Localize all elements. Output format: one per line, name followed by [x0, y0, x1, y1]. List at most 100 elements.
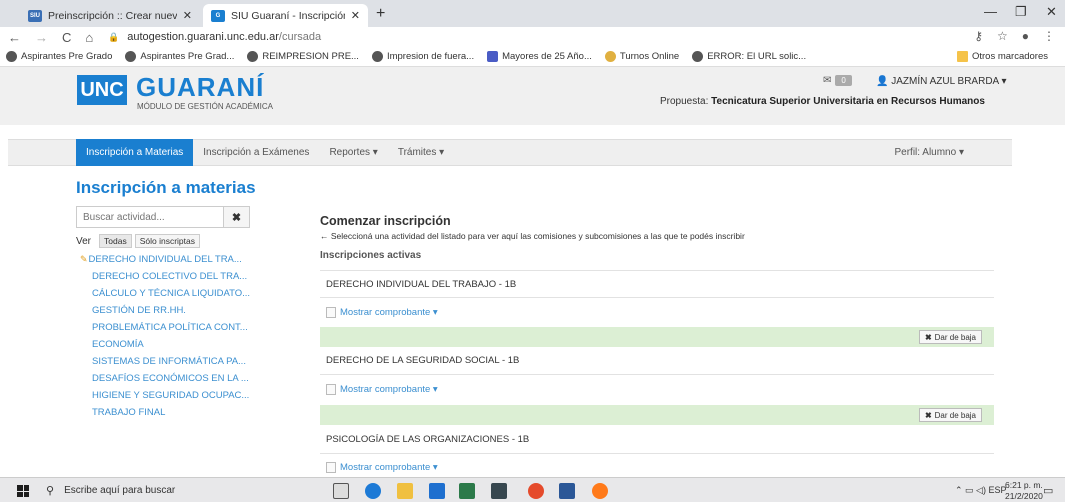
lock-icon: 🔒 — [108, 31, 120, 42]
enrollment-course: PSICOLOGÍA DE LAS ORGANIZACIONES - 1B — [326, 434, 530, 445]
store-icon[interactable] — [429, 483, 445, 499]
perfil-menu[interactable]: Perfil: Alumno ▾ — [894, 147, 964, 158]
close-tab-icon[interactable]: ✕ — [183, 9, 192, 22]
enrollment-actions: ✖ Dar de baja — [320, 327, 994, 347]
new-tab-icon[interactable]: + — [376, 5, 385, 23]
browser-tab-guarani[interactable]: G SIU Guaraní - Inscripción a mater ✕ — [203, 4, 368, 27]
user-menu[interactable]: 👤 JAZMÍN AZUL BRARDA ▾ — [876, 76, 1006, 87]
browser-tab-preinscripcion[interactable]: SIU Preinscripción :: Crear nuevo usu ✕ — [20, 4, 200, 27]
active-enrollments-label: Inscripciones activas — [320, 250, 422, 261]
x-icon: ✖ — [924, 410, 932, 420]
bookmark-item[interactable]: Impresion de fuera... — [371, 51, 474, 62]
clock[interactable]: 6:21 p. m. 21/2/2020 — [1005, 480, 1043, 502]
filter-row: Ver Todas Sólo inscriptas — [76, 234, 200, 248]
page-title: Inscripción a materias — [76, 178, 256, 197]
excel-icon[interactable] — [459, 483, 475, 499]
file-explorer-icon[interactable] — [397, 483, 413, 499]
main-nav: Inscripción a Materias Inscripción a Exá… — [8, 139, 1012, 166]
arrow-left-icon: ← — [320, 231, 329, 241]
activity-item[interactable]: CÁLCULO Y TÉCNICA LIQUIDATO... — [80, 288, 250, 305]
bookmarks-bar: Aspirantes Pre Grado Aspirantes Pre Grad… — [0, 47, 1065, 67]
close-tab-icon[interactable]: ✕ — [351, 9, 360, 22]
activity-search: ✖ — [76, 206, 250, 228]
clear-search-button[interactable]: ✖ — [223, 207, 249, 227]
nav-inscripcion-materias[interactable]: Inscripción a Materias — [76, 139, 194, 166]
reload-icon[interactable]: C — [62, 30, 71, 45]
activity-list: ✎DERECHO INDIVIDUAL DEL TRA... DERECHO C… — [80, 254, 250, 424]
turnos-icon — [604, 51, 616, 62]
close-window-icon[interactable]: ✕ — [1046, 4, 1057, 20]
section-hint: ← Seleccioná una actividad del listado p… — [320, 231, 745, 241]
account-icon[interactable]: ● — [1022, 29, 1029, 43]
home-icon[interactable]: ⌂ — [85, 30, 93, 45]
bookmark-item[interactable]: Aspirantes Pre Grado — [6, 51, 112, 62]
activity-item[interactable]: DERECHO COLECTIVO DEL TRA... — [80, 271, 250, 288]
ver-label: Ver — [76, 235, 92, 247]
task-view-icon[interactable] — [333, 483, 349, 499]
url-field[interactable]: 🔒 autogestion.guarani.unc.edu.ar/cursada — [108, 29, 1008, 45]
globe-icon — [125, 51, 137, 62]
drop-enrollment-button[interactable]: ✖ Dar de baja — [918, 408, 982, 422]
enrollment-course: DERECHO DE LA SEGURIDAD SOCIAL - 1B — [326, 355, 520, 366]
section-heading: Comenzar inscripción — [320, 214, 451, 228]
notifications-icon[interactable]: ▭ — [1043, 484, 1053, 497]
bookmark-item[interactable]: ERROR: El URL solic... — [692, 51, 806, 62]
back-icon[interactable]: ← — [8, 30, 21, 45]
activity-item[interactable]: TRABAJO FINAL — [80, 407, 250, 424]
search-input[interactable] — [77, 207, 223, 227]
filter-all-button[interactable]: Todas — [99, 234, 132, 248]
activity-item[interactable]: SISTEMAS DE INFORMÁTICA PA... — [80, 356, 250, 373]
tab-title: SIU Guaraní - Inscripción a mater — [231, 9, 345, 22]
activity-item[interactable]: HIGIENE Y SEGURIDAD OCUPAC... — [80, 390, 250, 407]
guarani-logo[interactable]: GUARANÍ — [136, 72, 264, 103]
drop-enrollment-button[interactable]: ✖ Dar de baja — [918, 330, 982, 344]
other-bookmarks[interactable]: Otros marcadores — [956, 51, 1048, 62]
browser-tab-bar: SIU Preinscripción :: Crear nuevo usu ✕ … — [0, 0, 1065, 27]
bookmark-item[interactable]: Mayores de 25 Año... — [487, 51, 592, 62]
activity-item[interactable]: ✎DERECHO INDIVIDUAL DEL TRA... — [80, 254, 250, 271]
messages-button[interactable]: ✉ 0 — [823, 75, 852, 86]
minimize-icon[interactable]: — — [984, 4, 997, 19]
enrollment-course: DERECHO INDIVIDUAL DEL TRABAJO - 1B — [326, 279, 517, 290]
guarani-favicon-icon: G — [211, 9, 225, 22]
messages-count: 0 — [835, 75, 852, 86]
windows-start-icon[interactable] — [17, 485, 29, 497]
firefox-icon[interactable] — [592, 483, 608, 499]
nav-inscripcion-examenes[interactable]: Inscripción a Exámenes — [193, 139, 319, 166]
system-tray[interactable]: ⌃ ▭ ◁) ESP — [955, 485, 1007, 496]
unc-logo[interactable]: UNC — [77, 75, 127, 105]
activity-item[interactable]: ECONOMÍA — [80, 339, 250, 356]
activity-item[interactable]: DESAFÍOS ECONÓMICOS EN LA ... — [80, 373, 250, 390]
show-receipt-link[interactable]: Mostrar comprobante ▾ — [326, 307, 438, 318]
bookmark-item[interactable]: Aspirantes Pre Grad... — [125, 51, 234, 62]
word-icon[interactable] — [559, 483, 575, 499]
star-icon[interactable]: ☆ — [997, 29, 1008, 43]
chrome-icon[interactable] — [528, 483, 544, 499]
nav-reportes[interactable]: Reportes ▾ — [319, 139, 387, 166]
activity-item[interactable]: GESTIÓN DE RR.HH. — [80, 305, 250, 322]
site-header: UNC GUARANÍ MÓDULO DE GESTIÓN ACADÉMICA … — [0, 67, 1065, 125]
user-icon: 👤 — [876, 76, 889, 87]
globe-icon — [371, 51, 383, 62]
key-icon[interactable]: ⚷ — [974, 29, 983, 43]
show-receipt-link[interactable]: Mostrar comprobante ▾ — [326, 384, 438, 395]
show-receipt-link[interactable]: Mostrar comprobante ▾ — [326, 462, 438, 473]
bookmark-item[interactable]: Turnos Online — [604, 51, 679, 62]
restore-icon[interactable]: ❐ — [1015, 4, 1027, 20]
envelope-icon: ✉ — [823, 75, 832, 86]
globe-icon — [692, 51, 704, 62]
edge-icon[interactable] — [365, 483, 381, 499]
nav-tramites[interactable]: Trámites ▾ — [388, 139, 454, 166]
solitaire-icon[interactable] — [491, 483, 507, 499]
menu-icon[interactable]: ⋮ — [1043, 29, 1055, 43]
activity-item[interactable]: PROBLEMÁTICA POLÍTICA CONT... — [80, 322, 250, 339]
propuesta-info: Propuesta: Tecnicatura Superior Universi… — [660, 96, 985, 107]
divider — [320, 270, 994, 271]
divider — [320, 374, 994, 375]
bookmark-item[interactable]: REIMPRESION PRE... — [247, 51, 359, 62]
forward-icon[interactable]: → — [35, 30, 48, 45]
document-icon — [326, 307, 336, 318]
tab-title: Preinscripción :: Crear nuevo usu — [48, 9, 177, 22]
taskbar-search[interactable]: ⚲ Escribe aquí para buscar — [40, 480, 308, 501]
filter-only-enrolled-button[interactable]: Sólo inscriptas — [134, 234, 200, 248]
